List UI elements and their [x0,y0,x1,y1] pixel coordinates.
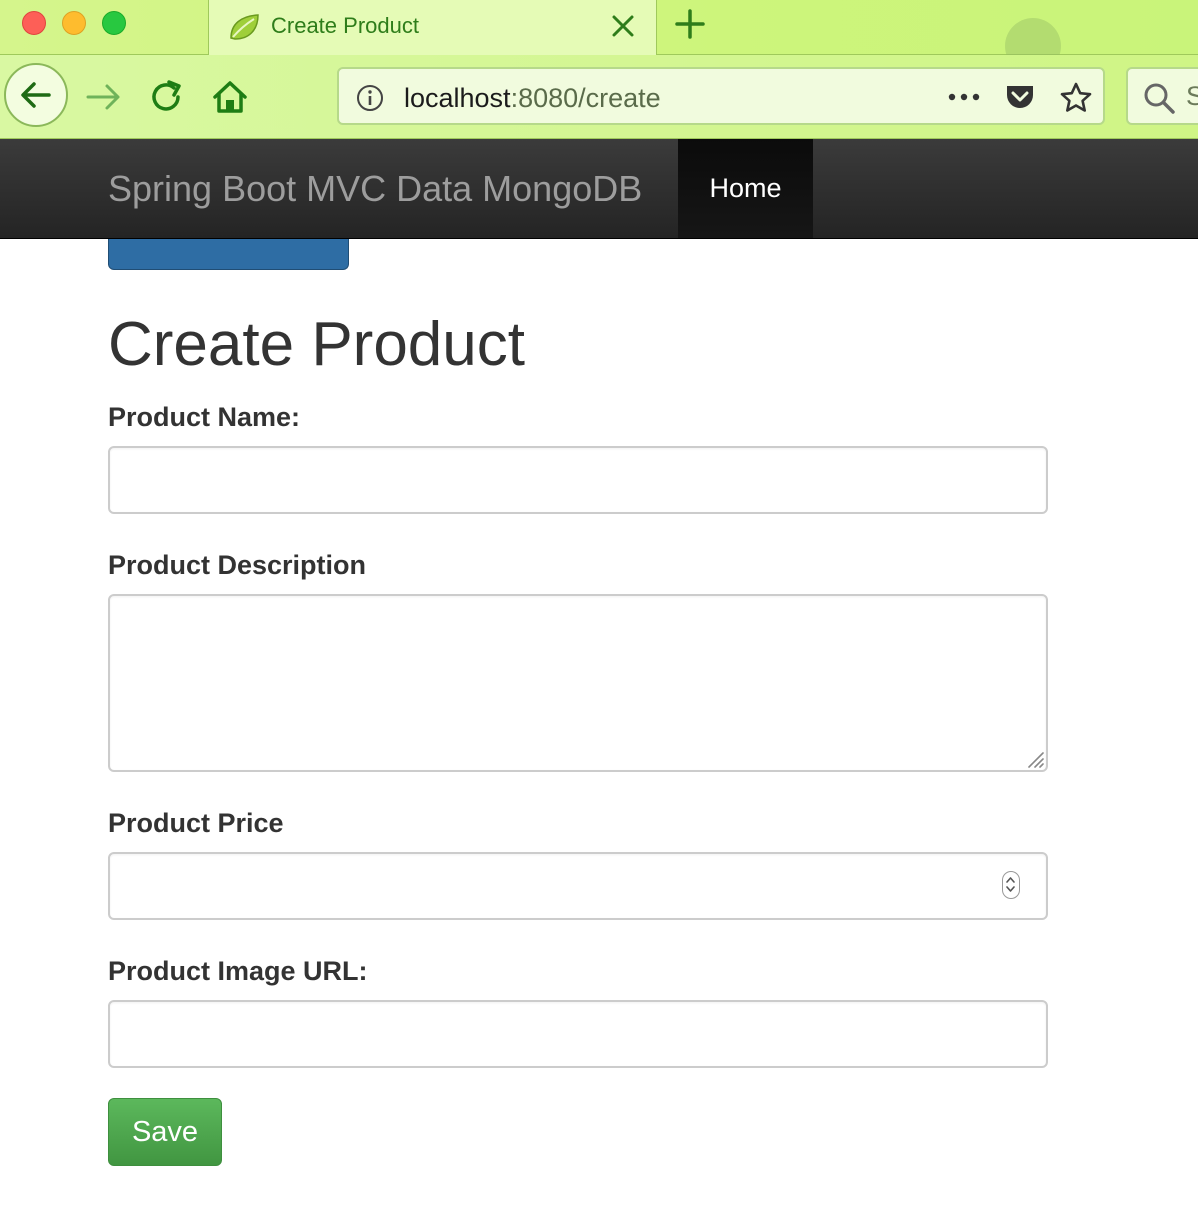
resize-handle-icon[interactable] [1025,749,1045,769]
product-description-textarea[interactable] [108,594,1048,772]
window-maximize-button[interactable] [102,11,126,35]
browser-search-field[interactable]: S [1126,67,1198,125]
browser-tab-bar: Create Product [0,0,1198,74]
info-icon[interactable] [355,83,385,113]
search-placeholder: S [1186,81,1198,111]
save-button[interactable]: Save [108,1098,222,1166]
price-stepper[interactable] [1002,871,1020,899]
window-close-button[interactable] [22,11,46,35]
navbar-brand[interactable]: Spring Boot MVC Data MongoDB [108,169,642,209]
product-price-label: Product Price [108,808,284,838]
product-image-url-input[interactable] [108,1000,1048,1068]
new-tab-icon[interactable] [672,6,708,42]
product-image-url-label: Product Image URL: [108,956,368,986]
url-text: localhost:8080/create [404,82,661,114]
partially-hidden-button[interactable] [108,239,349,270]
spring-leaf-icon [230,14,259,40]
url-host: localhost [404,83,511,113]
window-minimize-button[interactable] [62,11,86,35]
address-bar[interactable]: localhost:8080/create [337,67,1105,125]
forward-arrow-icon[interactable] [84,77,124,117]
site-navbar: Spring Boot MVC Data MongoDB Home [0,139,1198,239]
bookmark-star-icon[interactable] [1058,80,1094,116]
page-actions-icon[interactable] [944,81,984,113]
product-price-input[interactable] [108,852,1048,920]
product-name-input[interactable] [108,446,1048,514]
nav-home-link[interactable]: Home [678,139,813,238]
browser-toolbar: localhost:8080/create S [0,55,1198,139]
close-tab-icon[interactable] [609,12,637,40]
product-name-label: Product Name: [108,402,301,432]
reload-icon[interactable] [147,77,187,117]
arrow-left-icon [21,82,51,108]
pocket-icon[interactable] [1003,80,1037,114]
stepper-arrows-icon [1006,877,1015,892]
product-description-label: Product Description [108,550,367,580]
page-title: Create Product [108,310,525,379]
back-button[interactable] [4,63,68,127]
search-icon [1144,83,1175,114]
home-icon[interactable] [210,77,250,117]
url-path: :8080/create [510,83,661,113]
tab-title: Create Product [271,13,419,38]
browser-tab-active[interactable]: Create Product [208,0,657,56]
